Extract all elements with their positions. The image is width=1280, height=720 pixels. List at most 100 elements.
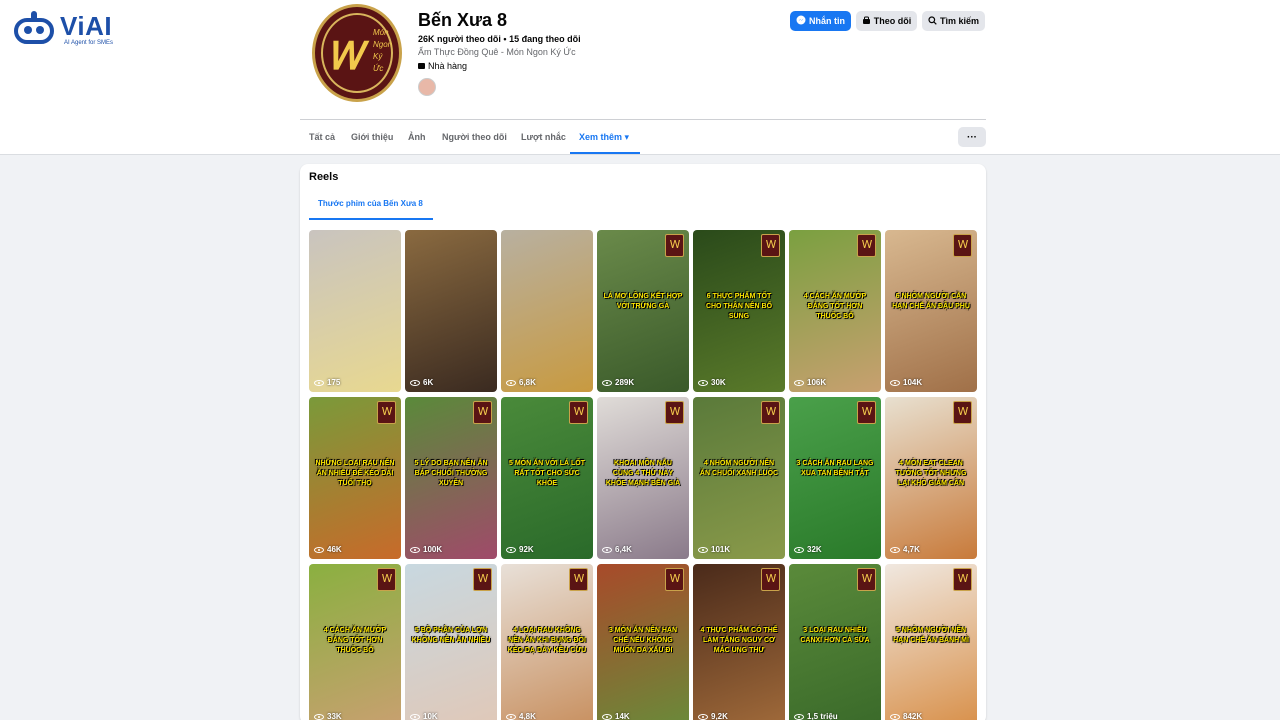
brand-seal-icon	[761, 234, 780, 257]
avatar-word: Món	[373, 28, 389, 37]
brand-seal-icon	[377, 568, 396, 591]
eye-icon	[314, 713, 324, 720]
view-count-label: 32K	[807, 545, 822, 554]
follower-avatar[interactable]	[418, 78, 436, 96]
reel-thumbnail[interactable]: Lá mơ lông kết hợp với trứng gà 289K	[597, 230, 689, 392]
reel-thumbnail[interactable]: 4 loại rau không nên ăn khi bụng đói kẻo…	[501, 564, 593, 720]
view-count-label: 4,7K	[903, 545, 920, 554]
messenger-icon	[796, 15, 806, 27]
message-label: Nhắn tin	[809, 16, 845, 26]
eye-icon	[890, 379, 900, 386]
reel-caption: 4 món eat clean tưởng tốt nhưng lại khó …	[895, 460, 967, 487]
view-count-label: 33K	[327, 712, 342, 720]
reel-view-count: 100K	[410, 545, 442, 554]
follow-label: Theo dõi	[873, 16, 912, 26]
reel-thumbnail[interactable]: 4 nhóm người nên ăn chuối xanh luộc 101K	[693, 397, 785, 559]
reel-view-count: 289K	[602, 378, 634, 387]
divider	[300, 119, 986, 120]
eye-icon	[698, 713, 708, 720]
eye-icon	[602, 379, 612, 386]
reels-card: Reels Thước phim của Bến Xưa 8 175 6K 6,8K…	[300, 164, 986, 720]
view-count-label: 6K	[423, 378, 434, 387]
brand-seal-icon	[665, 568, 684, 591]
tab-photos[interactable]: Ảnh	[408, 132, 426, 142]
eye-icon	[410, 379, 420, 386]
reel-view-count: 842K	[890, 712, 922, 720]
reel-view-count: 1,5 triệu	[794, 712, 838, 720]
reel-thumbnail[interactable]: 3 món ăn nên hạn chế nếu không muốn da x…	[597, 564, 689, 720]
view-count-label: 9,2K	[711, 712, 728, 720]
reel-view-count: 30K	[698, 378, 726, 387]
reel-view-count: 6K	[410, 378, 433, 387]
eye-icon	[794, 379, 804, 386]
brand-seal-icon	[857, 234, 876, 257]
reel-thumbnail[interactable]: 5 lý do bạn nên ăn bắp chuối thường xuyê…	[405, 397, 497, 559]
tab-see-more[interactable]: Xem thêm ▾	[579, 132, 629, 143]
tab-about[interactable]: Giới thiệu	[351, 132, 393, 142]
reel-view-count: 101K	[698, 545, 730, 554]
page-header: ViAI AI Agent for SMEs Ꮃ Món Ngon Ký Ức Bến…	[0, 0, 1280, 155]
view-count-label: 101K	[711, 545, 731, 554]
avatar-text: Món Ngon Ký Ức	[373, 27, 392, 75]
search-icon	[928, 15, 937, 27]
follow-button[interactable]: Theo dõi	[856, 11, 917, 31]
reel-view-count: 6,4K	[602, 545, 632, 554]
view-count-label: 289K	[615, 378, 635, 387]
eye-icon	[602, 546, 612, 553]
more-options-button[interactable]: ···	[958, 127, 986, 147]
reel-view-count: 4,7K	[890, 545, 920, 554]
reel-caption: 5 nhóm người nên hạn chế ăn bánh mì	[893, 627, 969, 644]
reel-thumbnail[interactable]: 5 bộ phận của lợn không nên ăn nhiều 10K	[405, 564, 497, 720]
avatar-word: Ức	[373, 64, 384, 73]
reel-view-count: 32K	[794, 545, 822, 554]
subtab-indicator	[309, 218, 433, 220]
tab-all[interactable]: Tất cả	[309, 132, 335, 142]
eye-icon	[890, 713, 900, 720]
reel-thumbnail[interactable]: 4 cách ăn mướp đắng tốt hơn thuốc bổ 106K	[789, 230, 881, 392]
brand-seal-icon	[761, 401, 780, 424]
tab-followers[interactable]: Người theo dõi	[442, 132, 507, 142]
tab-page-reels[interactable]: Thước phim của Bến Xưa 8	[318, 199, 423, 208]
reel-thumbnail[interactable]: 6 thực phẩm tốt cho thận nên bổ sung 30K	[693, 230, 785, 392]
reel-view-count: 10K	[410, 712, 438, 720]
reel-thumbnail[interactable]: 4 món eat clean tưởng tốt nhưng lại khó …	[885, 397, 977, 559]
eye-icon	[506, 546, 516, 553]
brand-seal-icon	[569, 568, 588, 591]
reel-thumbnail[interactable]: 6,8K	[501, 230, 593, 392]
view-count-label: 106K	[807, 378, 827, 387]
brand-seal-icon	[377, 401, 396, 424]
reel-thumbnail[interactable]: 6K	[405, 230, 497, 392]
view-count-label: 14K	[615, 712, 630, 720]
reel-thumbnail[interactable]: 3 cách ăn rau lang xua tan bệnh tật 32K	[789, 397, 881, 559]
tab-mentions[interactable]: Lượt nhắc	[521, 132, 566, 142]
reel-view-count: 6,8K	[506, 378, 536, 387]
reel-view-count: 46K	[314, 545, 342, 554]
avatar-word: Ngon	[373, 40, 393, 49]
reel-view-count: 9,2K	[698, 712, 728, 720]
reel-thumbnail[interactable]: 4 thực phẩm có thể làm tăng nguy cơ mắc …	[693, 564, 785, 720]
reel-thumbnail[interactable]: 175	[309, 230, 401, 392]
reel-view-count: 175	[314, 378, 340, 387]
brand-seal-icon	[857, 401, 876, 424]
reel-thumbnail[interactable]: 4 cách ăn mướp đắng tốt hơn thuốc bổ 33K	[309, 564, 401, 720]
reel-caption: 4 loại rau không nên ăn khi bụng đói kẻo…	[507, 627, 587, 654]
search-button[interactable]: Tìm kiếm	[922, 11, 985, 31]
message-button[interactable]: Nhắn tin	[790, 11, 851, 31]
view-count-label: 100K	[423, 545, 443, 554]
eye-icon	[314, 546, 324, 553]
reel-thumbnail[interactable]: Khoai môn nấu cùng 4 thứ này khỏe mạnh b…	[597, 397, 689, 559]
reel-thumbnail[interactable]: 5 món ăn với lá lốt rất tốt cho sức khỏe…	[501, 397, 593, 559]
reel-thumbnail[interactable]: 5 nhóm người nên hạn chế ăn bánh mì 842K	[885, 564, 977, 720]
view-count-label: 842K	[903, 712, 923, 720]
reel-view-count: 106K	[794, 378, 826, 387]
brand-seal-icon	[473, 568, 492, 591]
reel-caption: Những loại rau nên ăn nhiều để kéo dài t…	[315, 460, 395, 487]
reel-thumbnail[interactable]: Những loại rau nên ăn nhiều để kéo dài t…	[309, 397, 401, 559]
eye-icon	[410, 713, 420, 720]
view-count-label: 10K	[423, 712, 438, 720]
reels-grid: 175 6K 6,8K Lá mơ lông kết hợp với trứng gà…	[309, 230, 977, 720]
page-avatar[interactable]: Ꮃ Món Ngon Ký Ức	[312, 4, 402, 102]
reel-thumbnail[interactable]: 6 nhóm người cần hạn chế ăn đậu phụ 104K	[885, 230, 977, 392]
reel-thumbnail[interactable]: 3 loại rau nhiều canxi hơn cả sữa 1,5 tri…	[789, 564, 881, 720]
page-stats[interactable]: 26K người theo dõi • 15 đang theo dõi	[418, 34, 581, 44]
